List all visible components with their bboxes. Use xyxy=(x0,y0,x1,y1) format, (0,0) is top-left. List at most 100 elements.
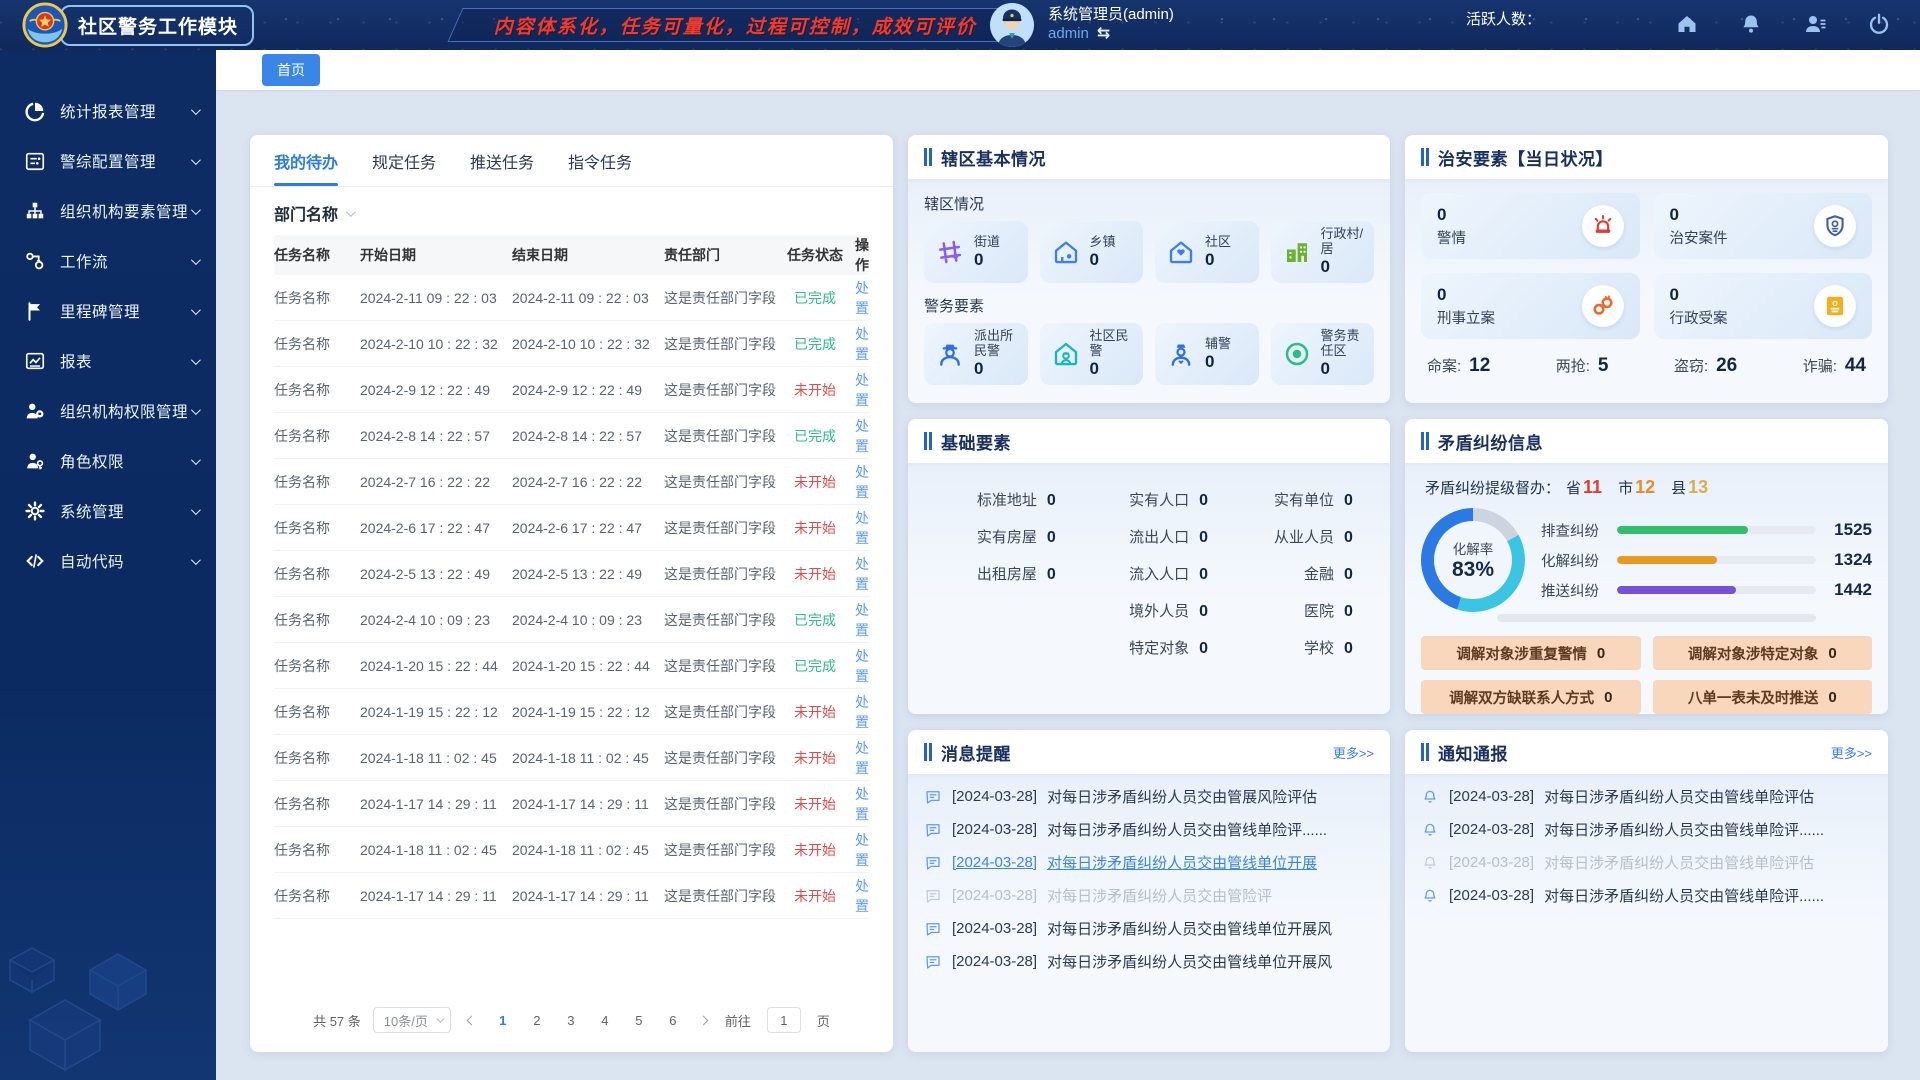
cell-dept: 这是责任部门字段 xyxy=(664,840,786,860)
cell-dept: 这是责任部门字段 xyxy=(664,564,786,584)
handle-link[interactable]: 处置 xyxy=(855,832,869,868)
dispute-button[interactable]: 调解对象涉特定对象0 xyxy=(1653,636,1873,670)
page-number-1[interactable]: 1 xyxy=(493,1013,513,1028)
handle-link[interactable]: 处置 xyxy=(855,418,869,454)
page-tabbar: 首页 xyxy=(216,50,1920,90)
home-icon[interactable] xyxy=(1674,11,1700,37)
page-number-2[interactable]: 2 xyxy=(527,1013,547,1028)
escalation-市: 市12 xyxy=(1618,477,1655,498)
list-item[interactable]: [2024-03-28]对每日涉矛盾纠纷人员交由管险评 xyxy=(924,879,1374,912)
power-icon[interactable] xyxy=(1866,11,1892,37)
main-content: 首页 我的待办 规定任务 推送任务 指令任务 部门名称 任务名称 开始日期 结束… xyxy=(216,50,1920,1080)
list-item[interactable]: [2024-03-28]对每日涉矛盾纠纷人员交由管线单位开展风 xyxy=(924,945,1374,978)
status-badge: 未开始 xyxy=(786,564,844,584)
page-number-3[interactable]: 3 xyxy=(561,1013,581,1028)
table-row: 任务名称2024-2-6 17 : 22 : 472024-2-6 17 : 2… xyxy=(274,505,869,551)
cell-action: 处置 xyxy=(844,738,869,778)
escalation-label: 矛盾纠纷提级督办： xyxy=(1425,477,1560,498)
basic-column: 实有人口0流出人口0流入人口0境外人员0特定对象0 xyxy=(1069,489,1221,674)
tab-regulated-tasks[interactable]: 规定任务 xyxy=(372,135,436,186)
cell-task-name: 任务名称 xyxy=(274,656,360,676)
goto-page-input[interactable] xyxy=(767,1007,801,1033)
sidebar-item-code[interactable]: 自动代码 xyxy=(0,536,216,586)
notice-more-link[interactable]: 更多>> xyxy=(1831,743,1872,762)
next-page-button[interactable] xyxy=(695,1011,713,1029)
user-avatar[interactable] xyxy=(990,3,1034,47)
handle-link[interactable]: 处置 xyxy=(855,786,869,822)
users-icon[interactable] xyxy=(1802,11,1828,37)
sidebar-item-org-permission[interactable]: 组织机构权限管理 xyxy=(0,386,216,436)
home-page-tab[interactable]: 首页 xyxy=(262,54,320,86)
handle-link[interactable]: 处置 xyxy=(855,280,869,316)
cell-end-date: 2024-1-18 11 : 02 : 45 xyxy=(512,842,664,858)
org-permission-icon xyxy=(24,400,46,422)
list-item[interactable]: [2024-03-28]对每日涉矛盾纠纷人员交由管线单险评...... xyxy=(924,813,1374,846)
chevron-down-icon[interactable] xyxy=(346,207,356,217)
list-item[interactable]: [2024-03-28]对每日涉矛盾纠纷人员交由管线单险评估 xyxy=(1421,846,1872,879)
item-date: [2024-03-28] xyxy=(1449,821,1534,838)
handle-link[interactable]: 处置 xyxy=(855,878,869,914)
switch-user-icon[interactable]: ⇆ xyxy=(1097,24,1110,44)
cell-end-date: 2024-2-8 14 : 22 : 57 xyxy=(512,428,664,444)
handle-link[interactable]: 处置 xyxy=(855,510,869,546)
community-police-icon xyxy=(1050,338,1082,370)
sidebar-item-flag[interactable]: 里程碑管理 xyxy=(0,286,216,336)
page-number-5[interactable]: 5 xyxy=(629,1013,649,1028)
sidebar-item-workflow[interactable]: 工作流 xyxy=(0,236,216,286)
page-number-4[interactable]: 4 xyxy=(595,1013,615,1028)
sidebar-item-label: 统计报表管理 xyxy=(60,100,191,122)
bell-icon[interactable] xyxy=(1738,11,1764,37)
list-item[interactable]: [2024-03-28]对每日涉矛盾纠纷人员交由管线单位开展 xyxy=(924,846,1374,879)
col-end-date: 结束日期 xyxy=(512,245,664,265)
escalation-value: 12 xyxy=(1635,477,1655,498)
cell-action: 处置 xyxy=(844,508,869,548)
title-marker xyxy=(924,148,932,166)
page-number-6[interactable]: 6 xyxy=(663,1013,683,1028)
sidebar-item-org-tree[interactable]: 组织机构要素管理 xyxy=(0,186,216,236)
sidebar-item-gear[interactable]: 系统管理 xyxy=(0,486,216,536)
sidebar-item-config-list[interactable]: 警综配置管理 xyxy=(0,136,216,186)
username[interactable]: admin xyxy=(1048,25,1089,44)
cell-end-date: 2024-1-17 14 : 29 : 11 xyxy=(512,888,664,904)
message-more-link[interactable]: 更多>> xyxy=(1333,743,1374,762)
page-size-select[interactable]: 10条/页 xyxy=(373,1007,451,1033)
dispute-button[interactable]: 调解双方缺联系人方式0 xyxy=(1421,680,1641,714)
district-panel: 辖区基本情况 辖区情况街道0乡镇0社区0行政村/居0警务要素派出所民警0社区民警… xyxy=(908,135,1390,403)
list-item[interactable]: [2024-03-28]对每日涉矛盾纠纷人员交由管线单险评...... xyxy=(1421,879,1872,912)
list-item[interactable]: [2024-03-28]对每日涉矛盾纠纷人员交由管线单位开展风 xyxy=(924,912,1374,945)
handle-link[interactable]: 处置 xyxy=(855,464,869,500)
handle-link[interactable]: 处置 xyxy=(855,694,869,730)
user-role: 系统管理员(admin) xyxy=(1048,6,1174,25)
handle-link[interactable]: 处置 xyxy=(855,740,869,776)
list-item[interactable]: [2024-03-28]对每日涉矛盾纠纷人员交由管线单险评估 xyxy=(1421,780,1872,813)
tab-my-todo[interactable]: 我的待办 xyxy=(274,135,338,186)
handle-link[interactable]: 处置 xyxy=(855,648,869,684)
handle-link[interactable]: 处置 xyxy=(855,326,869,362)
cell-task-name: 任务名称 xyxy=(274,748,360,768)
dispute-button[interactable]: 调解对象涉重复警情0 xyxy=(1421,636,1641,670)
tab-command-tasks[interactable]: 指令任务 xyxy=(568,135,632,186)
cell-dept: 这是责任部门字段 xyxy=(664,472,786,492)
handle-link[interactable]: 处置 xyxy=(855,372,869,408)
button-value: 0 xyxy=(1597,645,1605,662)
tile-label: 警务责任区 xyxy=(1321,329,1367,358)
stat-tile-community-police: 社区民警0 xyxy=(1040,323,1144,385)
sidebar-item-role-permission[interactable]: 角色权限 xyxy=(0,436,216,486)
sidebar-item-report[interactable]: 报表 xyxy=(0,336,216,386)
stat-label: 命案: xyxy=(1427,355,1461,376)
sidebar-item-pie-chart[interactable]: 统计报表管理 xyxy=(0,86,216,136)
list-item[interactable]: [2024-03-28]对每日涉矛盾纠纷人员交由管线单险评...... xyxy=(1421,813,1872,846)
handle-link[interactable]: 处置 xyxy=(855,602,869,638)
security-stats: 命案:12两抢:5盗窃:26诈骗:44 xyxy=(1427,355,1866,377)
department-filter-label[interactable]: 部门名称 xyxy=(274,201,338,225)
table-row: 任务名称2024-1-19 15 : 22 : 122024-1-19 15 :… xyxy=(274,689,869,735)
handle-link[interactable]: 处置 xyxy=(855,556,869,592)
stat-label: 盗窃: xyxy=(1674,355,1708,376)
dispute-button[interactable]: 八单一表未及时推送0 xyxy=(1653,680,1873,714)
prev-page-button[interactable] xyxy=(463,1011,481,1029)
tile-label: 乡镇 xyxy=(1090,235,1116,249)
tab-pushed-tasks[interactable]: 推送任务 xyxy=(470,135,534,186)
item-date: [2024-03-28] xyxy=(952,854,1037,871)
cell-end-date: 2024-1-19 15 : 22 : 12 xyxy=(512,704,664,720)
list-item[interactable]: [2024-03-28]对每日涉矛盾纠纷人员交由管展风险评估 xyxy=(924,780,1374,813)
